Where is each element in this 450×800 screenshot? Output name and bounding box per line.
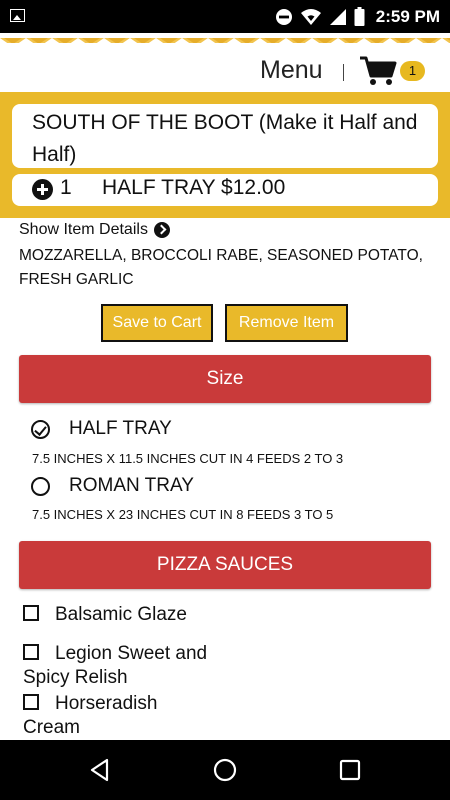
home-icon[interactable] bbox=[213, 758, 237, 782]
product-panel: SOUTH OF THE BOOT (Make it Half and Half… bbox=[0, 92, 450, 218]
checkbox[interactable] bbox=[23, 694, 39, 710]
tray-price: HALF TRAY $12.00 bbox=[102, 176, 286, 199]
pizza-sauces-section-header[interactable]: PIZZA SAUCES bbox=[19, 541, 431, 589]
wifi-icon bbox=[300, 8, 321, 25]
size-option-description: 7.5 INCHES X 23 INCHES CUT IN 8 FEEDS 3 … bbox=[32, 507, 334, 522]
size-section-header[interactable]: Size bbox=[19, 355, 431, 403]
decorative-banner bbox=[0, 33, 450, 43]
save-to-cart-button[interactable]: Save to Cart bbox=[101, 304, 213, 342]
plus-circle-icon[interactable] bbox=[32, 179, 53, 200]
size-option-label: HALF TRAY bbox=[69, 418, 172, 439]
sauce-option-balsamic-glaze[interactable]: Balsamic Glaze bbox=[23, 603, 187, 627]
cart-count-badge[interactable]: 1 bbox=[400, 61, 425, 81]
dnd-icon bbox=[275, 8, 292, 25]
battery-icon bbox=[354, 7, 365, 26]
quantity-row: 1 HALF TRAY $12.00 bbox=[12, 174, 438, 206]
header-divider bbox=[343, 64, 344, 81]
check-icon[interactable] bbox=[31, 419, 50, 439]
sauce-option-legion-relish[interactable]: Legion Sweet and Spicy Relish bbox=[23, 642, 228, 690]
sauce-option-label: Horseradish Cream bbox=[23, 693, 158, 738]
status-time: 2:59 PM bbox=[375, 6, 440, 26]
show-item-details-label: Show Item Details bbox=[19, 221, 148, 238]
product-name: SOUTH OF THE BOOT (Make it Half and Half… bbox=[12, 104, 438, 168]
size-option-roman-tray[interactable]: ROMAN TRAY bbox=[31, 474, 194, 498]
size-option-half-tray[interactable]: HALF TRAY bbox=[31, 417, 172, 441]
status-bar: 2:59 PM bbox=[0, 0, 450, 33]
menu-title[interactable]: Menu bbox=[260, 56, 323, 85]
checkbox[interactable] bbox=[23, 605, 39, 621]
sauce-option-horseradish-cream[interactable]: Horseradish Cream bbox=[23, 692, 183, 740]
radio-button[interactable] bbox=[31, 476, 50, 496]
quantity-value: 1 bbox=[60, 176, 72, 199]
sauce-option-label: Balsamic Glaze bbox=[55, 604, 187, 625]
size-option-label: ROMAN TRAY bbox=[69, 475, 194, 496]
back-icon[interactable] bbox=[88, 758, 112, 782]
size-option-description: 7.5 INCHES X 11.5 INCHES CUT IN 4 FEEDS … bbox=[32, 451, 344, 466]
navigation-bar bbox=[0, 740, 450, 800]
show-item-details-toggle[interactable]: Show Item Details bbox=[19, 221, 170, 239]
sauce-option-label: Legion Sweet and Spicy Relish bbox=[23, 643, 208, 688]
arrow-circle-right-icon bbox=[153, 222, 170, 238]
checkbox[interactable] bbox=[23, 644, 39, 660]
recents-icon[interactable] bbox=[339, 759, 361, 781]
system-icons: 2:59 PM bbox=[275, 0, 440, 33]
image-icon bbox=[10, 9, 25, 22]
ingredients-text: MOZZARELLA, BROCCOLI RABE, SEASONED POTA… bbox=[19, 247, 423, 288]
remove-item-button[interactable]: Remove Item bbox=[225, 304, 348, 342]
cart-icon[interactable] bbox=[359, 55, 397, 87]
signal-icon bbox=[329, 8, 346, 25]
app-header: Menu 1 bbox=[0, 52, 450, 92]
